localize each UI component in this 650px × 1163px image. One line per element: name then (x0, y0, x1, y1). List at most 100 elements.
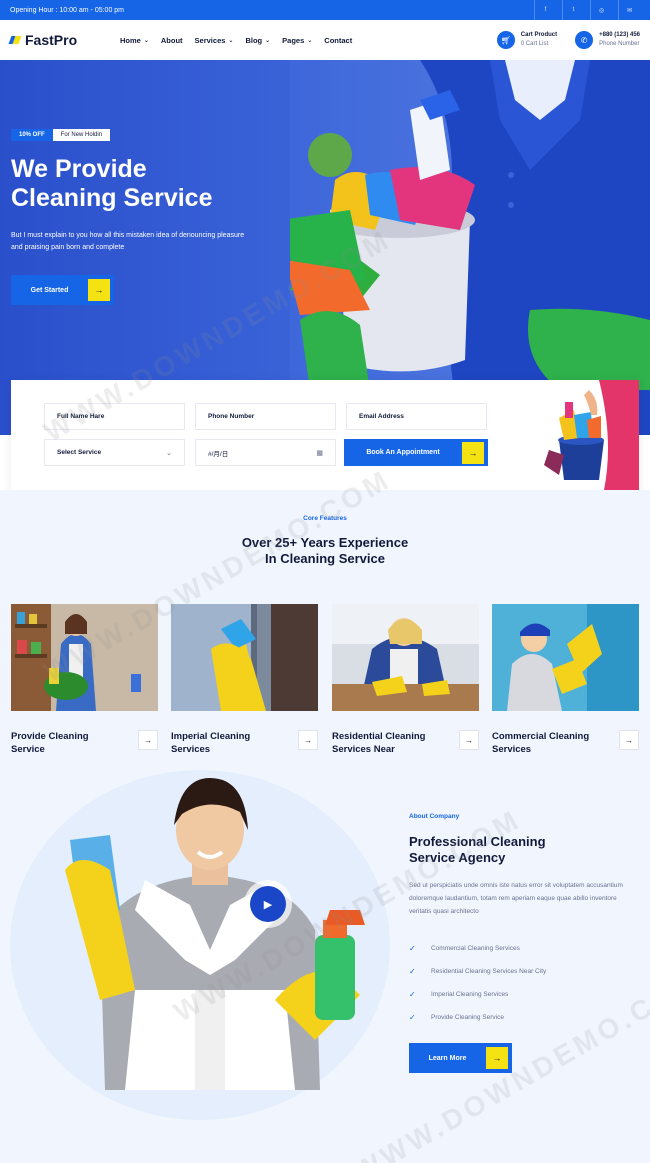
nav-item-home[interactable]: Home ⌄ (120, 36, 149, 45)
button-label: Learn More (428, 1054, 467, 1062)
full-name-field[interactable]: Full Name Hare (44, 403, 185, 430)
features-title-line2: In Cleaning Service (265, 551, 385, 566)
list-item-label: Commercial Cleaning Services (431, 945, 520, 952)
cart-count: 0 Cart List (520, 41, 549, 47)
feature-card-title: Imperial Cleaning Services (171, 731, 251, 755)
main-nav: Home ⌄ About Services ⌄ Blog ⌄ Pages ⌄ Conta… (120, 36, 352, 45)
header-right: 🛒︎ Cart Product 0 Cart List ✆ +880 (123)… (496, 31, 640, 49)
nav-label: Contact (324, 35, 353, 45)
arrow-right-icon[interactable]: → (459, 730, 479, 750)
nav-label: Services (194, 35, 226, 45)
phone-label: Phone Number (599, 41, 640, 47)
main-header: FastPro Home ⌄ About Services ⌄ Blog ⌄ Page… (0, 20, 650, 60)
facebook-icon[interactable]: f (534, 0, 556, 20)
email-placeholder: Email Address (359, 413, 404, 420)
hero-description: But I must explain to you how all this m… (11, 232, 245, 251)
discount-note: For New Holdin (52, 129, 111, 141)
play-video-button[interactable]: ▶ (244, 880, 292, 928)
about-title-line2: Service Agency (409, 850, 506, 865)
date-field[interactable]: #/月/日 ▦ (195, 439, 336, 466)
arrow-right-icon[interactable]: → (138, 730, 158, 750)
book-appointment-button[interactable]: Book An Appointment → (344, 439, 488, 466)
phone-field[interactable]: Phone Number (195, 403, 336, 430)
social-links: f t ◎ ✉ (534, 0, 640, 20)
phone-icon: ✆ (575, 31, 594, 49)
nav-item-pages[interactable]: Pages ⌄ (282, 36, 312, 45)
hero-title-line1: We Provide (11, 155, 147, 183)
feature-card[interactable]: Residential Cleaning Services Near → (332, 604, 479, 756)
calendar-icon: ▦ (316, 449, 323, 457)
list-item: ✓ Provide Cleaning Service (409, 1006, 639, 1029)
hero-section: 10% OFF For New Holdin We Provide Cleani… (0, 60, 650, 435)
about-title-line1: Professional Cleaning (409, 834, 546, 849)
nav-label: Home (120, 35, 141, 45)
cart-widget[interactable]: 🛒︎ Cart Product 0 Cart List (496, 31, 558, 49)
feature-card-image (332, 604, 479, 711)
list-item: ✓ Commercial Cleaning Services (409, 937, 639, 960)
hero-cleaner-image (290, 60, 650, 435)
nav-label: About (160, 35, 183, 45)
site-logo[interactable]: FastPro (10, 32, 120, 48)
arrow-right-icon: → (486, 1047, 508, 1069)
nav-label: Blog (245, 35, 263, 45)
list-item-label: Residential Cleaning Services Near City (431, 968, 547, 975)
play-icon: ▶ (250, 886, 286, 922)
list-item: ✓ Residential Cleaning Services Near City (409, 960, 639, 983)
about-description: Sed ut perspiciatis unde omnis iste natu… (409, 882, 623, 915)
feature-card-image (171, 604, 318, 711)
date-placeholder: #/月/日 (208, 450, 229, 458)
nav-item-services[interactable]: Services ⌄ (195, 36, 234, 45)
arrow-right-icon: → (462, 441, 484, 464)
about-feature-list: ✓ Commercial Cleaning Services ✓ Residenti… (409, 937, 639, 1029)
learn-more-button[interactable]: Learn More → (409, 1043, 512, 1073)
phone-widget[interactable]: ✆ +880 (123) 456 Phone Number (575, 31, 640, 49)
list-item-label: Provide Cleaning Service (431, 1014, 504, 1021)
chevron-down-icon: ⌄ (228, 37, 234, 44)
service-select-value: Select Service (57, 449, 102, 456)
top-bar: Opening Hour : 10:00 am - 05:00 pm f t ◎… (0, 0, 650, 20)
feature-card[interactable]: Commercial Cleaning Services → (492, 604, 639, 756)
feature-card-image (492, 604, 639, 711)
get-started-button[interactable]: Get Started → (11, 275, 114, 305)
button-label: Get Started (30, 286, 69, 294)
service-select[interactable]: Select Service ⌄ (44, 439, 185, 466)
hero-badge: 10% OFF For New Holdin (11, 129, 111, 141)
nav-item-about[interactable]: About (161, 36, 183, 45)
chevron-down-icon: ⌄ (307, 37, 313, 44)
logo-mark-icon (10, 34, 22, 46)
cleaning-bucket-image (529, 380, 639, 490)
check-icon: ✓ (409, 944, 416, 953)
arrow-right-icon[interactable]: → (298, 730, 318, 750)
list-item-label: Imperial Cleaning Services (431, 991, 509, 998)
chevron-down-icon: ⌄ (143, 37, 149, 44)
cart-icon: 🛒︎ (496, 31, 515, 49)
features-title-line1: Over 25+ Years Experience (241, 535, 409, 550)
email-icon[interactable]: ✉ (618, 0, 640, 20)
nav-item-blog[interactable]: Blog ⌄ (245, 36, 270, 45)
twitter-icon[interactable]: t (562, 0, 584, 20)
list-item: ✓ Imperial Cleaning Services (409, 983, 639, 1006)
hero-title-line2: Cleaning Service (11, 184, 213, 212)
feature-card[interactable]: Imperial Cleaning Services → (171, 604, 318, 756)
feature-card-image (11, 604, 158, 711)
about-cleaner-image (65, 778, 365, 1090)
phone-number: +880 (123) 456 (599, 32, 640, 38)
check-icon: ✓ (409, 1013, 416, 1022)
about-tag: About Company (409, 813, 460, 820)
instagram-icon[interactable]: ◎ (590, 0, 612, 20)
features-tag: Core Features (303, 515, 347, 522)
feature-card[interactable]: Provide Cleaning Service → (11, 604, 158, 756)
features-title: Over 25+ Years Experience In Cleaning Se… (0, 535, 650, 567)
nav-item-contact[interactable]: Contact (324, 36, 352, 45)
email-field[interactable]: Email Address (346, 403, 487, 430)
nav-label: Pages (282, 35, 305, 45)
feature-card-title: Residential Cleaning Services Near (332, 731, 426, 755)
check-icon: ✓ (409, 990, 416, 999)
feature-card-title: Provide Cleaning Service (11, 731, 89, 755)
cart-title: Cart Product (520, 32, 558, 38)
arrow-right-icon: → (88, 279, 110, 301)
arrow-right-icon[interactable]: → (619, 730, 639, 750)
chevron-down-icon: ⌄ (265, 37, 271, 44)
booking-form: Full Name Hare Phone Number Email Addres… (11, 380, 639, 490)
discount-badge: 10% OFF (11, 129, 53, 141)
